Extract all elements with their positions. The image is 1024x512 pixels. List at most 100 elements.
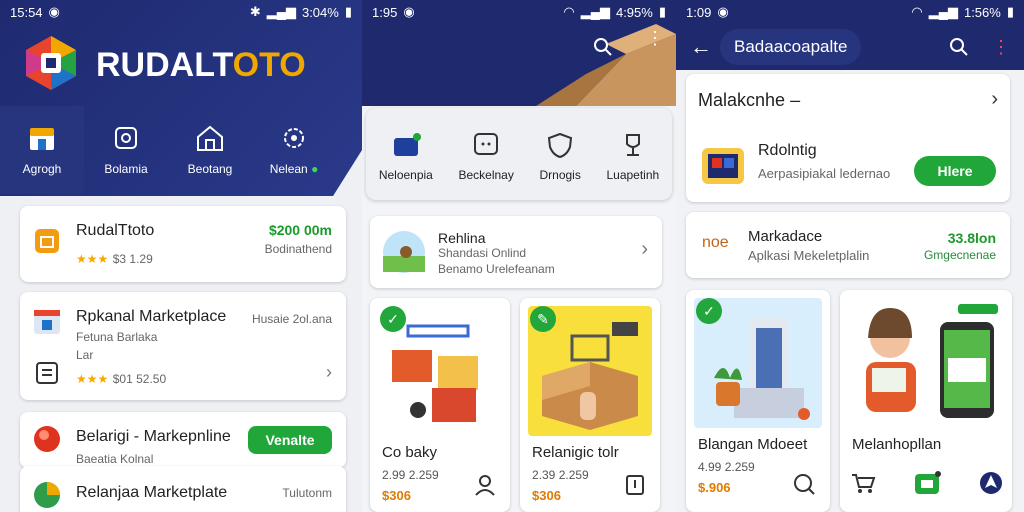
chat-icon bbox=[474, 133, 499, 155]
item-line2: Lar bbox=[76, 348, 94, 362]
star-rating-icon: ★★★ bbox=[76, 252, 109, 266]
list-item[interactable]: Rpkanal Marketplace Husaie 2ol.ana Fetun… bbox=[20, 292, 346, 400]
list-item[interactable]: Belarigi - Markepnline Baeatia Kolnal Ve… bbox=[20, 412, 346, 468]
check-icon: ✓ bbox=[696, 298, 722, 324]
shop-subtitle: Aerpasipiakal ledernao bbox=[758, 166, 891, 181]
app-icon bbox=[34, 482, 60, 508]
item-side-text: Husaie 2ol.ana bbox=[251, 312, 332, 326]
action-row bbox=[850, 470, 1004, 496]
status-bar: 1:95 ◉ ◠ ▂▄▆ 4:95% ▮ bbox=[362, 0, 676, 24]
star-rating-icon: ★★★ bbox=[76, 372, 109, 386]
item-title: Belarigi - Markepnline bbox=[76, 428, 231, 445]
item-title: RudalTtoto bbox=[76, 222, 155, 239]
category-row: Agrogh Bolamia Beotang Nelean ● bbox=[0, 106, 336, 194]
product-name: Co baky bbox=[382, 444, 438, 461]
signal-icon: ▂▄▆ bbox=[266, 4, 296, 19]
category-item-2[interactable]: Drnogis bbox=[539, 132, 581, 182]
card-price-sub: Gmgecnenae bbox=[923, 248, 996, 262]
category-card: Neloenpia Beckelnay Drnogis Luapetinh bbox=[366, 108, 672, 200]
product-card[interactable]: ✓ Co baky 2.99 2.259 $306 bbox=[370, 298, 510, 512]
product-name: Melanhopllan bbox=[852, 436, 942, 453]
app-logo-icon bbox=[26, 36, 76, 90]
category-label: Agrogh bbox=[22, 162, 62, 176]
more-menu-icon[interactable]: ⋮ bbox=[992, 37, 1010, 58]
item-subtitle: Bodinathend bbox=[264, 242, 332, 256]
brand-part1: RUDALT bbox=[96, 46, 233, 84]
bluetooth-icon: ✱ bbox=[249, 4, 261, 19]
wifi-icon: ◠ bbox=[563, 4, 575, 19]
product-name: Blangan Mdoeet bbox=[698, 436, 808, 453]
card-title: Markadace bbox=[748, 228, 823, 245]
marketplace-card[interactable]: noe Markadace Aplkasi Mekeletplalin 33.8… bbox=[686, 212, 1010, 278]
battery-icon: ▮ bbox=[658, 4, 666, 19]
user-icon[interactable] bbox=[474, 474, 496, 496]
house-icon bbox=[197, 125, 223, 151]
category-label: Luapetinh bbox=[606, 168, 660, 182]
item-title: Relanjaa Marketplate bbox=[76, 484, 228, 501]
list-item[interactable]: RudalTtoto ★★★ $3 1.29 $200 00m Bodinath… bbox=[20, 206, 346, 282]
list-item[interactable]: Relanjaa Marketplate Tulutonm bbox=[20, 466, 346, 512]
product-card[interactable]: Melanhopllan bbox=[840, 290, 1012, 512]
document-icon[interactable] bbox=[624, 474, 646, 496]
signal-icon: ▂▄▆ bbox=[580, 4, 610, 19]
view-button[interactable]: Venalte bbox=[248, 426, 332, 454]
primary-button[interactable]: Hlere bbox=[914, 156, 996, 186]
search-location-icon[interactable] bbox=[792, 472, 816, 496]
receipt-icon bbox=[36, 362, 58, 384]
product-card[interactable]: ✎ Relanigic tolr 2.39 2.259 $306 bbox=[520, 298, 660, 512]
promo-banner[interactable]: Rehlina Shandasi Onlind Benamo Urelefean… bbox=[370, 216, 662, 288]
battery-text: 3:04% bbox=[301, 4, 339, 20]
product-card[interactable]: ✓ Blangan Mdoeet 4.99 2.259 $.906 bbox=[686, 290, 830, 512]
search-icon[interactable] bbox=[592, 36, 614, 58]
card-heading-dash: – bbox=[790, 90, 801, 110]
card-price: 33.8lon bbox=[947, 230, 996, 246]
navigation-icon[interactable] bbox=[978, 471, 1004, 495]
item-rating: ★★★ $3 1.29 bbox=[76, 250, 153, 268]
product-name: Relanigic tolr bbox=[532, 444, 619, 461]
app-bar-title: Badaacoapalte bbox=[720, 29, 862, 65]
battery-text: 1:56% bbox=[963, 4, 1001, 20]
status-bar: 15:54 ◉ ✱ ▂▄▆ 3:04% ▮ bbox=[0, 0, 362, 24]
chevron-right-icon[interactable]: › bbox=[991, 88, 998, 111]
status-time: 1:09 bbox=[686, 4, 712, 20]
brand-part2: OTO bbox=[232, 46, 306, 84]
battery-icon: ▮ bbox=[344, 4, 352, 19]
chevron-right-icon[interactable]: › bbox=[641, 238, 648, 261]
status-time: 1:95 bbox=[372, 4, 398, 20]
store-badge-icon[interactable] bbox=[912, 470, 942, 496]
screen-detail: 1:09 ◉ ◠ ▂▄▆ 1:56% ▮ ← Badaacoapalte ⋮ M… bbox=[676, 0, 1024, 512]
shop-bag-icon bbox=[35, 229, 59, 253]
bag-icon bbox=[393, 133, 421, 156]
product-image-icon bbox=[848, 298, 1004, 428]
status-bar: 1:09 ◉ ◠ ▂▄▆ 1:56% ▮ bbox=[676, 0, 1024, 24]
category-item-1[interactable]: Beckelnay bbox=[458, 132, 514, 182]
category-item-0[interactable]: Neloenpia bbox=[379, 132, 433, 182]
brand-name: RUDALTOTO bbox=[96, 46, 306, 85]
category-label: Drnogis bbox=[539, 168, 581, 182]
item-title: Rpkanal Marketplace bbox=[76, 308, 227, 325]
back-arrow-icon[interactable]: ← bbox=[690, 34, 712, 60]
category-item-1[interactable]: Bolamia bbox=[84, 106, 168, 194]
banner-title: Rehlina bbox=[438, 230, 486, 246]
shop-name: Rdolntig bbox=[758, 142, 817, 159]
category-item-0[interactable]: Agrogh bbox=[0, 106, 84, 194]
product-number: 2.99 2.259 bbox=[382, 468, 439, 482]
cart-icon[interactable] bbox=[850, 471, 876, 495]
category-item-3[interactable]: Luapetinh bbox=[606, 132, 659, 182]
chevron-right-icon[interactable]: › bbox=[326, 362, 332, 383]
notification-icon: ◉ bbox=[403, 4, 415, 19]
search-icon[interactable] bbox=[948, 36, 970, 58]
badge-icon bbox=[115, 127, 137, 149]
trophy-icon bbox=[625, 134, 640, 156]
shop-icon bbox=[702, 148, 744, 184]
category-item-3[interactable]: Nelean ● bbox=[252, 106, 336, 194]
store-icon bbox=[30, 128, 54, 150]
category-label-wrap: Nelean ● bbox=[270, 162, 319, 176]
product-price: $.906 bbox=[698, 480, 731, 495]
card-heading-text: Malakcnhe bbox=[698, 90, 786, 110]
farm-illustration-icon bbox=[383, 231, 425, 273]
signal-icon: ▂▄▆ bbox=[928, 4, 958, 19]
category-item-2[interactable]: Beotang bbox=[168, 106, 252, 194]
product-number: 2.39 2.259 bbox=[532, 468, 589, 482]
more-menu-icon[interactable]: ⋮ bbox=[646, 29, 664, 47]
